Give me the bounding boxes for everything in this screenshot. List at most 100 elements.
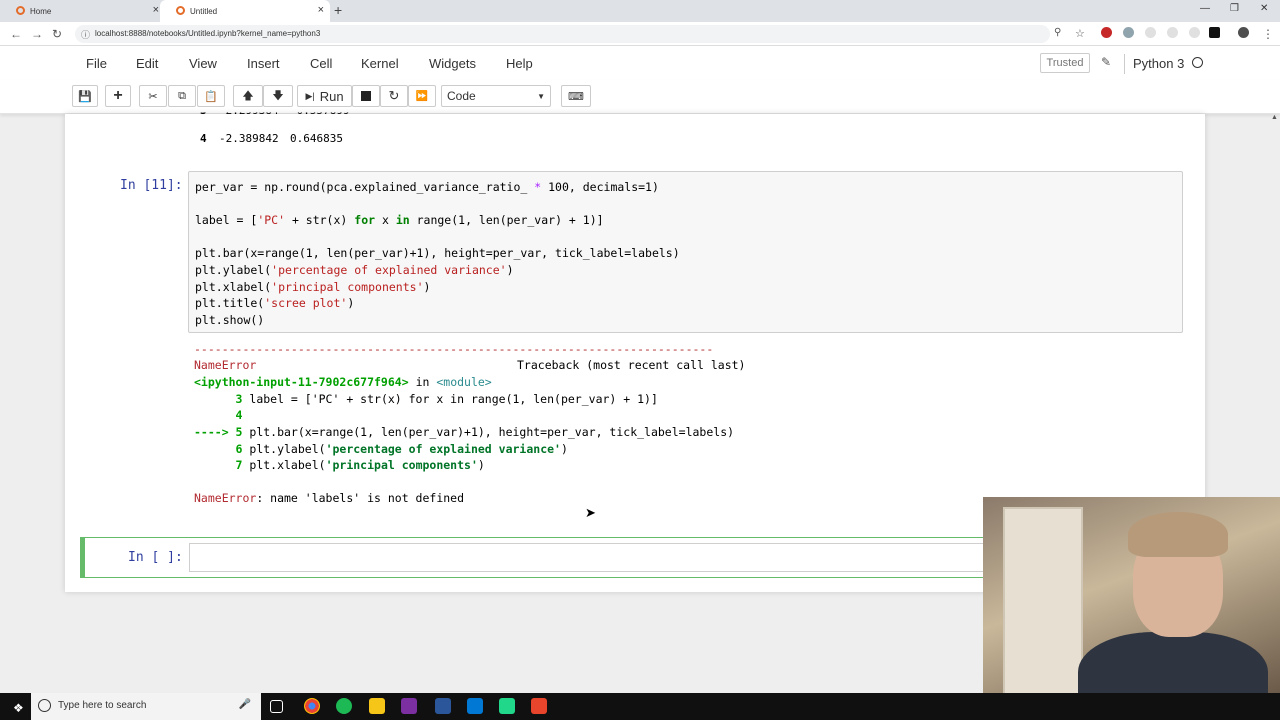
paste-icon: 📋 [204,90,218,103]
menu-edit[interactable]: Edit [136,56,158,71]
move-down-button[interactable]: 🡇 [263,85,293,107]
browser-tab-strip: Home × Untitled × + — ❐ ✕ [0,0,1280,22]
code-cell-input[interactable]: per_var = np.round(pca.explained_varianc… [188,171,1183,333]
cell-pc2: 0.646835 [290,132,343,145]
save-icon: 💾 [78,90,92,103]
kernel-status-icon [1192,57,1203,68]
background-door [1003,507,1083,707]
scissors-icon: ✂ [148,90,158,103]
extension-icon-4[interactable] [1167,27,1178,38]
jupyter-icon [16,6,25,15]
windows-start-icon[interactable]: ❖ [13,701,24,715]
zoom-icon[interactable]: ⚲ [1054,27,1061,38]
restart-button[interactable]: ↻ [380,85,408,107]
scroll-up-icon[interactable]: ▲ [1271,114,1278,121]
trusted-indicator[interactable]: Trusted [1040,53,1090,73]
kernel-name: Python 3 [1124,54,1184,74]
menu-view[interactable]: View [189,56,217,71]
spotify-icon[interactable] [336,698,352,714]
row-index: 4 [200,132,207,145]
extension-icon-1[interactable] [1101,27,1112,38]
minimize-icon[interactable]: — [1200,3,1210,14]
close-icon[interactable]: × [153,4,159,16]
browser-menu-icon[interactable]: ⋮ [1262,27,1274,41]
tab-untitled[interactable]: Untitled × [160,0,330,22]
microphone-icon[interactable]: 🎤 [239,699,251,710]
paste-button[interactable]: 📋 [197,85,225,107]
plus-icon: + [113,87,123,104]
profile-avatar[interactable] [1238,27,1249,38]
file-explorer-icon[interactable] [369,698,385,714]
traceback-error-line: ----> 5 plt.bar(x=range(1, len(per_var)+… [194,425,735,439]
windows-taskbar: ❖ Type here to search 🎤 [0,693,1280,720]
traceback-line: 7 plt.xlabel('principal components') [194,458,485,472]
app-icon[interactable] [531,698,547,714]
app-icon[interactable] [435,698,451,714]
code-line: plt.title('scree plot') [195,296,355,310]
code-line: per_var = np.round(pca.explained_varianc… [195,180,659,194]
extension-icon-6[interactable] [1209,27,1220,38]
code-line: plt.xlabel('principal components') [195,280,431,294]
caret-down-icon: ▼ [537,92,545,101]
traceback-source: <ipython-input-11-7902c677f964> in <modu… [194,375,492,389]
code-cell-input[interactable] [189,543,989,572]
menu-file[interactable]: File [86,56,107,71]
pycharm-icon[interactable] [499,698,515,714]
cell-prompt: In [11]: [120,178,183,193]
task-view-icon[interactable] [270,700,283,713]
close-icon[interactable]: × [318,4,324,16]
address-bar-row: ← → ↻ ⓘ localhost:8888/notebooks/Untitle… [0,22,1280,46]
copy-icon: ⧉ [178,89,186,102]
interrupt-button[interactable] [352,85,380,107]
save-button[interactable]: 💾 [72,85,98,107]
onenote-icon[interactable] [401,698,417,714]
menu-help[interactable]: Help [506,56,533,71]
taskbar-search[interactable]: Type here to search 🎤 [31,693,261,720]
traceback-header: NameError Traceback (most recent call las… [194,358,746,372]
cut-button[interactable]: ✂ [139,85,167,107]
pencil-icon[interactable]: ✎ [1101,55,1111,69]
forward-icon[interactable]: → [31,27,43,41]
webcam-overlay [983,497,1280,720]
move-up-button[interactable]: 🡅 [233,85,263,107]
info-icon: ⓘ [81,30,91,40]
restart-icon: ↻ [388,88,400,103]
restore-icon[interactable]: ❐ [1230,3,1239,14]
insert-cell-button[interactable]: + [105,85,131,107]
reload-icon[interactable]: ↻ [52,27,62,41]
extension-icon-5[interactable] [1189,27,1200,38]
code-line: plt.show() [195,313,265,327]
arrow-up-icon: 🡅 [242,89,254,102]
scrollbar[interactable]: ▲ [1270,114,1280,144]
vscode-icon[interactable] [467,698,483,714]
extension-icon-2[interactable] [1123,27,1134,38]
menu-widgets[interactable]: Widgets [429,56,476,71]
back-icon[interactable]: ← [10,27,22,41]
arrow-down-icon: 🡇 [272,89,284,102]
new-tab-button[interactable]: + [334,2,342,18]
run-button[interactable]: ▶| Run [297,85,352,107]
restart-run-all-button[interactable]: ⏩ [408,85,436,107]
menu-insert[interactable]: Insert [247,56,280,71]
copy-button[interactable]: ⧉ [168,85,196,107]
cell-pc1: -2.389842 [219,132,279,145]
jupyter-toolbar: 💾 + ✂ ⧉ 📋 🡅 🡇 ▶| Run ↻ ⏩ Code ▼ ⌨ [0,80,1280,114]
jupyter-menubar: File Edit View Insert Cell Kernel Widget… [0,46,1280,80]
menu-cell[interactable]: Cell [310,56,332,71]
traceback-line: 6 plt.ylabel('percentage of explained va… [194,442,568,456]
cell-type-select[interactable]: Code ▼ [441,85,551,107]
command-palette-button[interactable]: ⌨ [561,85,591,107]
tab-home[interactable]: Home × [0,0,165,22]
chrome-icon[interactable] [304,698,320,714]
cell-prompt: In [ ]: [128,550,183,565]
mouse-cursor-icon: ➤ [585,505,596,520]
extension-icon-3[interactable] [1145,27,1156,38]
menu-kernel[interactable]: Kernel [361,56,399,71]
code-line: plt.ylabel('percentage of explained vari… [195,263,514,277]
url-field[interactable]: ⓘ localhost:8888/notebooks/Untitled.ipyn… [75,25,1050,43]
close-window-icon[interactable]: ✕ [1260,3,1268,14]
step-forward-icon: ▶| [305,90,315,101]
fast-forward-icon: ⏩ [415,90,429,102]
search-icon [38,699,51,712]
bookmark-star-icon[interactable]: ☆ [1075,27,1085,40]
